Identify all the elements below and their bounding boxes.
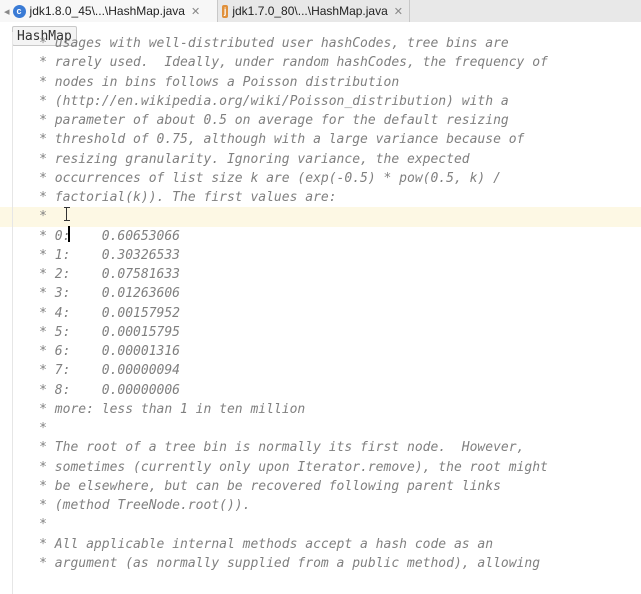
code-line[interactable]: * [0, 207, 641, 227]
code-line[interactable]: * [0, 419, 641, 438]
code-editor[interactable]: * usages with well-distributed user hash… [0, 32, 641, 594]
code-line[interactable]: * factorial(k)). The first values are: [0, 188, 641, 207]
close-icon[interactable]: ✕ [394, 5, 403, 18]
code-line[interactable]: * All applicable internal methods accept… [0, 535, 641, 554]
text-caret [68, 226, 70, 242]
code-line[interactable]: * 4: 0.00157952 [0, 304, 641, 323]
code-line[interactable]: * 1: 0.30326533 [0, 246, 641, 265]
code-line[interactable]: * [0, 515, 641, 534]
code-line[interactable]: * The root of a tree bin is normally its… [0, 438, 641, 457]
code-line[interactable]: * resizing granularity. Ignoring varianc… [0, 150, 641, 169]
code-line[interactable]: * more: less than 1 in ten million [0, 400, 641, 419]
java-file-icon: j [222, 4, 229, 18]
code-line[interactable]: * usages with well-distributed user hash… [0, 34, 641, 53]
code-line[interactable]: * sometimes (currently only upon Iterato… [0, 458, 641, 477]
code-line[interactable]: * 2: 0.07581633 [0, 265, 641, 284]
gutter-divider [12, 32, 13, 594]
code-line[interactable]: * (http://en.wikipedia.org/wiki/Poisson_… [0, 92, 641, 111]
tab-scroll-left-icon[interactable]: ◂ [4, 5, 10, 18]
code-line[interactable]: * 0: 0.60653066 [0, 227, 641, 246]
close-icon[interactable]: ✕ [191, 5, 200, 18]
tab-hashmap-jdk18[interactable]: ◂ c jdk1.8.0_45\...\HashMap.java ✕ [0, 0, 218, 22]
class-icon: c [12, 4, 26, 18]
code-line[interactable]: * parameter of about 0.5 on average for … [0, 111, 641, 130]
code-line[interactable]: * 8: 0.00000006 [0, 381, 641, 400]
code-line[interactable]: * rarely used. Ideally, under random has… [0, 53, 641, 72]
code-line[interactable]: * (method TreeNode.root()). [0, 496, 641, 515]
tab-label: jdk1.8.0_45\...\HashMap.java [29, 4, 185, 18]
code-line[interactable]: * occurrences of list size k are (exp(-0… [0, 169, 641, 188]
tab-hashmap-jdk17[interactable]: j jdk1.7.0_80\...\HashMap.java ✕ [218, 0, 410, 22]
code-line[interactable]: * threshold of 0.75, although with a lar… [0, 130, 641, 149]
tab-label: jdk1.7.0_80\...\HashMap.java [232, 4, 388, 18]
code-line[interactable]: * 7: 0.00000094 [0, 361, 641, 380]
code-line[interactable]: * nodes in bins follows a Poisson distri… [0, 73, 641, 92]
code-line[interactable]: * be elsewhere, but can be recovered fol… [0, 477, 641, 496]
code-line[interactable]: * 3: 0.01263606 [0, 284, 641, 303]
code-line[interactable]: * 5: 0.00015795 [0, 323, 641, 342]
code-line[interactable]: * argument (as normally supplied from a … [0, 554, 641, 573]
editor-tab-bar: ◂ c jdk1.8.0_45\...\HashMap.java ✕ j jdk… [0, 0, 641, 23]
mouse-ibeam-cursor-icon [64, 207, 70, 221]
code-line[interactable]: * 6: 0.00001316 [0, 342, 641, 361]
